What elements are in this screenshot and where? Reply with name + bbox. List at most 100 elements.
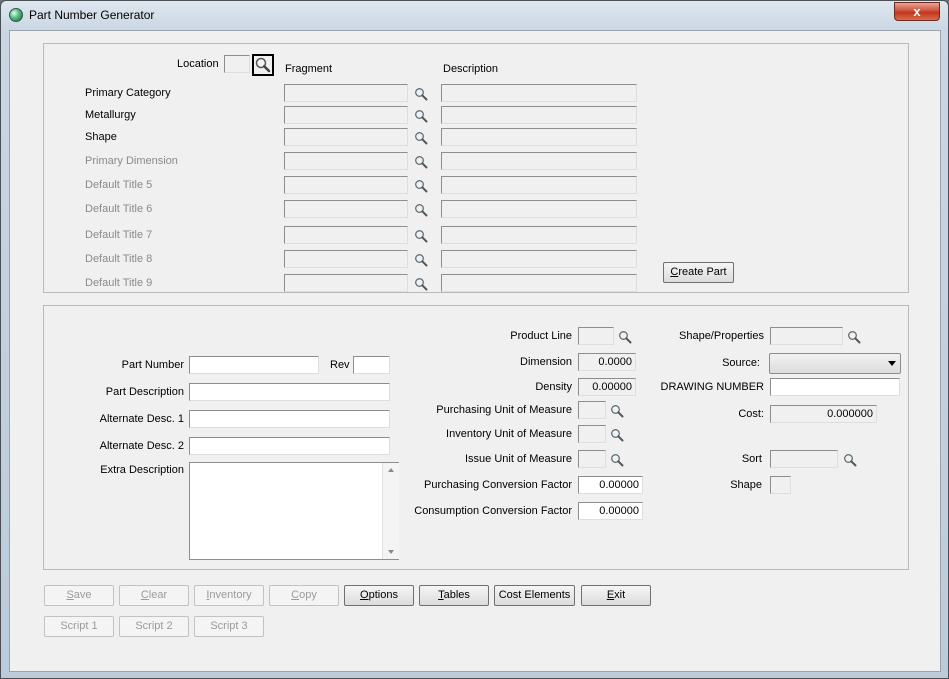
script-3-button[interactable]: Script 3 (194, 616, 264, 637)
shape-properties-field[interactable] (770, 327, 843, 345)
description-field[interactable] (441, 250, 637, 268)
product-line-field[interactable] (578, 327, 614, 345)
copy-button[interactable]: Copy (269, 585, 339, 606)
clear-button[interactable]: Clear (119, 585, 189, 606)
client-area: Location Fragment Description Primary Ca… (9, 30, 941, 672)
description-field[interactable] (441, 176, 637, 194)
options-button[interactable]: Options (344, 585, 414, 606)
cost-label: Cost: (738, 408, 764, 420)
fragment-header: Fragment (285, 63, 333, 75)
fragment-field[interactable] (284, 128, 408, 146)
search-icon (415, 254, 428, 267)
script-1-button[interactable]: Script 1 (44, 616, 114, 637)
description-field[interactable] (441, 84, 637, 102)
fragment-search-icon[interactable] (414, 87, 428, 101)
fragment-search-icon[interactable] (414, 155, 428, 169)
description-field[interactable] (441, 152, 637, 170)
alternate-desc-1-label: Alternate Desc. 1 (99, 413, 184, 425)
issue-uom-label: Issue Unit of Measure (465, 453, 572, 465)
row-label: Primary Dimension (85, 155, 178, 167)
product-line-search-icon[interactable] (618, 330, 632, 344)
rev-input[interactable] (353, 356, 390, 374)
fragment-field[interactable] (284, 250, 408, 268)
fragment-search-icon[interactable] (414, 131, 428, 145)
description-field[interactable] (441, 106, 637, 124)
description-field[interactable] (441, 200, 637, 218)
shape-field[interactable] (770, 476, 791, 494)
tables-button[interactable]: Tables (419, 585, 489, 606)
fragment-field[interactable] (284, 200, 408, 218)
fragment-field[interactable] (284, 176, 408, 194)
cost-field[interactable]: 0.000000 (770, 405, 877, 423)
product-line-label: Product Line (510, 330, 572, 342)
description-field[interactable] (441, 274, 637, 292)
scroll-down-icon[interactable] (388, 550, 394, 554)
dimension-field[interactable]: 0.0000 (578, 353, 636, 371)
sort-search-icon[interactable] (843, 453, 857, 467)
fragment-field[interactable] (284, 84, 408, 102)
row-label: Default Title 8 (85, 253, 153, 265)
location-search-button[interactable] (252, 54, 274, 76)
purchasing-uom-field[interactable] (578, 401, 606, 419)
fragment-field[interactable] (284, 226, 408, 244)
purchasing-conversion-factor-label: Purchasing Conversion Factor (424, 479, 572, 491)
inventory-button[interactable]: Inventory (194, 585, 264, 606)
close-button[interactable]: x (894, 2, 940, 21)
issue-uom-field[interactable] (578, 450, 606, 468)
rev-label: Rev (330, 359, 350, 371)
title-bar[interactable]: Part Number Generator x (1, 1, 948, 29)
fragment-search-icon[interactable] (414, 229, 428, 243)
scroll-up-icon[interactable] (388, 468, 394, 472)
options-label: ptions (368, 589, 398, 601)
density-field[interactable]: 0.00000 (578, 378, 636, 396)
row-label: Default Title 7 (85, 229, 153, 241)
search-icon (415, 180, 428, 193)
fragment-field[interactable] (284, 106, 408, 124)
search-icon (415, 110, 428, 123)
source-dropdown[interactable] (769, 353, 901, 374)
save-button[interactable]: Save (44, 585, 114, 606)
sort-field[interactable] (770, 450, 838, 468)
application-window: Part Number Generator x Location Fragmen… (0, 0, 949, 679)
consumption-conversion-factor-label: Consumption Conversion Factor (414, 505, 572, 517)
fragment-search-icon[interactable] (414, 203, 428, 217)
copy-mnemonic: C (291, 589, 300, 601)
search-icon (848, 331, 861, 344)
description-field[interactable] (441, 128, 637, 146)
cost-elements-button[interactable]: Cost Elements (494, 585, 575, 606)
inventory-uom-label: Inventory Unit of Measure (446, 428, 572, 440)
dimension-label: Dimension (520, 356, 572, 368)
fragment-search-icon[interactable] (414, 277, 428, 291)
inventory-label: nventory (209, 589, 252, 601)
search-icon (415, 88, 428, 101)
consumption-conversion-factor-input[interactable]: 0.00000 (578, 502, 643, 520)
drawing-number-input[interactable] (770, 378, 900, 396)
fragment-field[interactable] (284, 274, 408, 292)
fragment-search-icon[interactable] (414, 109, 428, 123)
part-number-input[interactable] (189, 356, 319, 374)
purchasing-conversion-factor-input[interactable]: 0.00000 (578, 476, 643, 494)
create-part-button[interactable]: Create Part (663, 262, 734, 283)
shape-properties-search-icon[interactable] (847, 330, 861, 344)
part-description-input[interactable] (189, 383, 390, 401)
issue-uom-search-icon[interactable] (610, 453, 624, 467)
fragment-search-icon[interactable] (414, 253, 428, 267)
search-icon (611, 429, 624, 442)
location-field[interactable] (224, 55, 250, 73)
description-field[interactable] (441, 226, 637, 244)
purchasing-uom-search-icon[interactable] (610, 404, 624, 418)
inventory-uom-field[interactable] (578, 425, 606, 443)
search-icon (415, 278, 428, 291)
script-2-button[interactable]: Script 2 (119, 616, 189, 637)
search-icon (415, 204, 428, 217)
extra-description-textarea[interactable] (189, 462, 399, 560)
inventory-uom-search-icon[interactable] (610, 428, 624, 442)
fragment-search-icon[interactable] (414, 179, 428, 193)
alternate-desc-1-input[interactable] (189, 410, 390, 428)
alternate-desc-2-input[interactable] (189, 437, 390, 455)
row-label: Default Title 9 (85, 277, 153, 289)
exit-button[interactable]: Exit (581, 585, 651, 606)
shape-properties-label: Shape/Properties (679, 330, 764, 342)
description-header: Description (443, 63, 499, 75)
fragment-field[interactable] (284, 152, 408, 170)
